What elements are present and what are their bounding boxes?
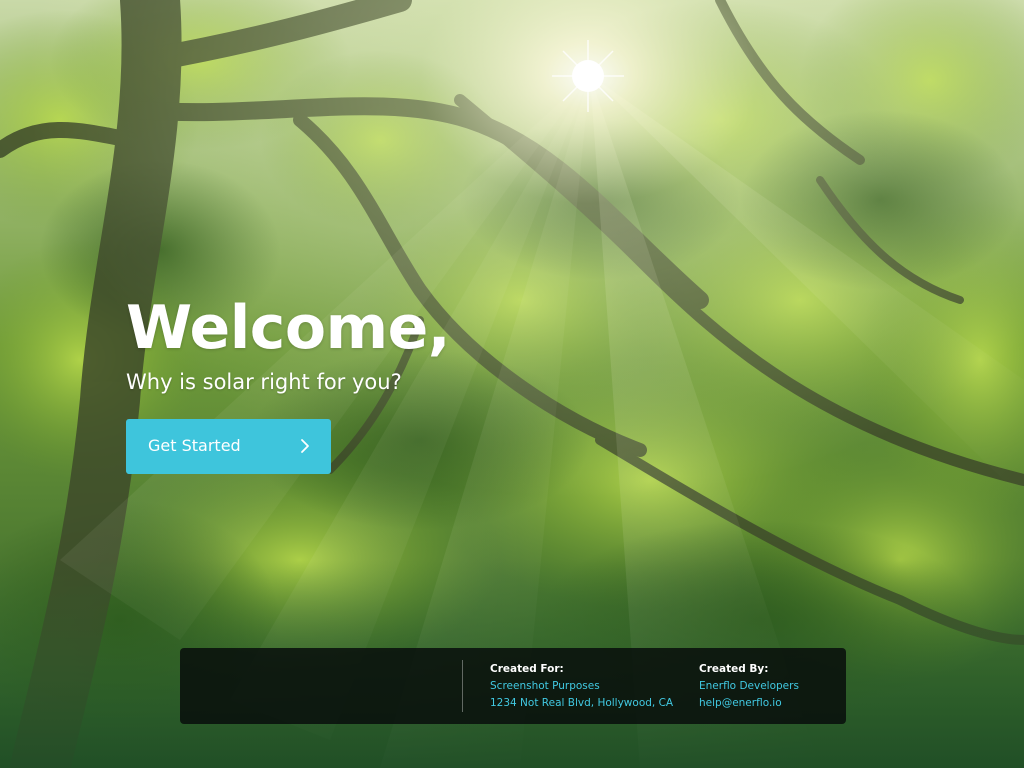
welcome-heading: Welcome,	[126, 293, 451, 363]
created-by-email[interactable]: help@enerflo.io	[699, 695, 799, 712]
welcome-subtitle: Why is solar right for you?	[126, 370, 402, 394]
chevron-right-icon	[301, 439, 309, 453]
hero-section: Welcome, Why is solar right for you?	[126, 292, 626, 396]
created-by-section: Created By: Enerflo Developers help@ener…	[699, 661, 799, 712]
footer-divider	[462, 660, 463, 712]
created-for-heading: Created For:	[490, 663, 564, 675]
created-for-section: Created For: Screenshot Purposes 1234 No…	[490, 661, 673, 712]
created-for-address: 1234 Not Real Blvd, Hollywood, CA	[490, 697, 674, 709]
created-for-name: Screenshot Purposes	[490, 680, 600, 692]
credits-footer: Created For: Screenshot Purposes 1234 No…	[180, 648, 846, 724]
get-started-button[interactable]: Get Started	[126, 419, 331, 474]
created-by-name: Enerflo Developers	[699, 680, 799, 692]
welcome-screen: Welcome, Why is solar right for you? Get…	[0, 0, 1024, 768]
get-started-label: Get Started	[148, 436, 241, 455]
created-by-heading: Created By:	[699, 663, 769, 675]
